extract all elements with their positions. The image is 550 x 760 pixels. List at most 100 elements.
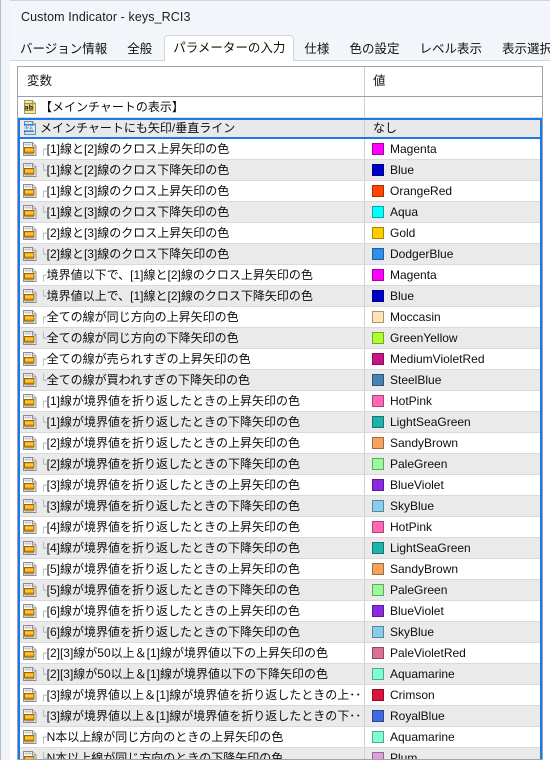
- cell-value[interactable]: Aquamarine: [364, 727, 542, 747]
- cell-variable[interactable]: ┌[6]線が境界値を折り返したときの上昇矢印の色: [18, 601, 364, 621]
- cell-value[interactable]: LightSeaGreen: [364, 412, 542, 432]
- table-row[interactable]: ┌[1]線が境界値を折り返したときの上昇矢印の色 HotPink: [18, 391, 542, 412]
- tab-2[interactable]: パラメーターの入力: [164, 35, 295, 61]
- cell-value[interactable]: Aquamarine: [364, 664, 542, 684]
- table-row[interactable]: └全ての線が同じ方向の下降矢印の色 GreenYellow: [18, 328, 542, 349]
- cell-variable[interactable]: └[2][3]線が50以上＆[1]線が境界値以下の下降矢印の色: [18, 664, 364, 684]
- cell-value[interactable]: SandyBrown: [364, 559, 542, 579]
- table-row[interactable]: ┌[1]線と[3]線のクロス上昇矢印の色 OrangeRed: [18, 181, 542, 202]
- cell-value[interactable]: Magenta: [364, 139, 542, 159]
- cell-variable[interactable]: ┌[1]線と[3]線のクロス上昇矢印の色: [18, 181, 364, 201]
- table-row[interactable]: └[3]線が境界値以上＆[1]線が境界値を折り返したときの下･･ RoyalBlu…: [18, 706, 542, 727]
- cell-value[interactable]: Moccasin: [364, 307, 542, 327]
- cell-value[interactable]: Gold: [364, 223, 542, 243]
- cell-variable[interactable]: └[4]線が境界値を折り返したときの下降矢印の色: [18, 538, 364, 558]
- cell-variable[interactable]: ab 【メインチャートの表示】: [18, 97, 364, 117]
- column-header-variable[interactable]: 変数: [18, 67, 364, 96]
- cell-variable[interactable]: ┌境界値以下で、[1]線と[2]線のクロス上昇矢印の色: [18, 265, 364, 285]
- cell-value[interactable]: BlueViolet: [364, 601, 542, 621]
- table-row[interactable]: └[5]線が境界値を折り返したときの下降矢印の色 PaleGreen: [18, 580, 542, 601]
- table-row[interactable]: 123 メインチャートにも矢印/垂直ライン なし: [18, 118, 542, 139]
- table-row[interactable]: └[3]線が境界値を折り返したときの下降矢印の色 SkyBlue: [18, 496, 542, 517]
- cell-variable[interactable]: ┌全ての線が売られすぎの上昇矢印の色: [18, 349, 364, 369]
- table-row[interactable]: ┌[3]線が境界値以上＆[1]線が境界値を折り返したときの上･･ Crimson: [18, 685, 542, 706]
- table-row[interactable]: └[2]線と[3]線のクロス下降矢印の色 DodgerBlue: [18, 244, 542, 265]
- table-row[interactable]: └N本以上線が同じ方向のときの下降矢印の色 Plum: [18, 748, 542, 759]
- cell-variable[interactable]: └境界値以上で、[1]線と[2]線のクロス下降矢印の色: [18, 286, 364, 306]
- cell-value[interactable]: Magenta: [364, 265, 542, 285]
- cell-variable[interactable]: ┌[5]線が境界値を折り返したときの上昇矢印の色: [18, 559, 364, 579]
- cell-value[interactable]: SkyBlue: [364, 622, 542, 642]
- table-row[interactable]: ┌全ての線が売られすぎの上昇矢印の色 MediumVioletRed: [18, 349, 542, 370]
- cell-variable[interactable]: ┌N本以上線が同じ方向のときの上昇矢印の色: [18, 727, 364, 747]
- cell-value[interactable]: RoyalBlue: [364, 706, 542, 726]
- cell-variable[interactable]: ┌[3]線が境界値を折り返したときの上昇矢印の色: [18, 475, 364, 495]
- cell-value[interactable]: Plum: [364, 748, 542, 759]
- cell-variable[interactable]: ┌[1]線が境界値を折り返したときの上昇矢印の色: [18, 391, 364, 411]
- tab-0[interactable]: バージョン情報: [12, 38, 115, 61]
- table-row[interactable]: ┌[2]線が境界値を折り返したときの上昇矢印の色 SandyBrown: [18, 433, 542, 454]
- cell-value[interactable]: PaleVioletRed: [364, 643, 542, 663]
- column-header-value[interactable]: 値: [364, 67, 542, 96]
- cell-value[interactable]: DodgerBlue: [364, 244, 542, 264]
- cell-value[interactable]: Blue: [364, 160, 542, 180]
- tab-3[interactable]: 仕様: [296, 38, 337, 61]
- cell-value[interactable]: [364, 97, 542, 117]
- tab-6[interactable]: 表示選択: [494, 38, 550, 61]
- table-row[interactable]: └全ての線が買われすぎの下降矢印の色 SteelBlue: [18, 370, 542, 391]
- table-row[interactable]: └[1]線と[3]線のクロス下降矢印の色 Aqua: [18, 202, 542, 223]
- cell-variable[interactable]: └[2]線が境界値を折り返したときの下降矢印の色: [18, 454, 364, 474]
- tab-4[interactable]: 色の設定: [341, 38, 407, 61]
- cell-value[interactable]: なし: [364, 118, 542, 138]
- cell-value[interactable]: HotPink: [364, 517, 542, 537]
- cell-variable[interactable]: ┌[2]線が境界値を折り返したときの上昇矢印の色: [18, 433, 364, 453]
- table-row[interactable]: ┌[4]線が境界値を折り返したときの上昇矢印の色 HotPink: [18, 517, 542, 538]
- cell-variable[interactable]: ┌[2]線と[3]線のクロス上昇矢印の色: [18, 223, 364, 243]
- table-row[interactable]: ┌[3]線が境界値を折り返したときの上昇矢印の色 BlueViolet: [18, 475, 542, 496]
- table-row[interactable]: ab 【メインチャートの表示】: [18, 97, 542, 118]
- cell-variable[interactable]: └[6]線が境界値を折り返したときの下降矢印の色: [18, 622, 364, 642]
- cell-variable[interactable]: └N本以上線が同じ方向のときの下降矢印の色: [18, 748, 364, 759]
- cell-value[interactable]: SandyBrown: [364, 433, 542, 453]
- cell-value[interactable]: MediumVioletRed: [364, 349, 542, 369]
- table-row[interactable]: ┌境界値以下で、[1]線と[2]線のクロス上昇矢印の色 Magenta: [18, 265, 542, 286]
- table-row[interactable]: └[2]線が境界値を折り返したときの下降矢印の色 PaleGreen: [18, 454, 542, 475]
- cell-variable[interactable]: ┌[1]線と[2]線のクロス上昇矢印の色: [18, 139, 364, 159]
- cell-variable[interactable]: └[1]線が境界値を折り返したときの下降矢印の色: [18, 412, 364, 432]
- cell-value[interactable]: PaleGreen: [364, 580, 542, 600]
- cell-variable[interactable]: └[1]線と[3]線のクロス下降矢印の色: [18, 202, 364, 222]
- cell-value[interactable]: PaleGreen: [364, 454, 542, 474]
- table-row[interactable]: └[1]線が境界値を折り返したときの下降矢印の色 LightSeaGreen: [18, 412, 542, 433]
- cell-variable[interactable]: └[3]線が境界値以上＆[1]線が境界値を折り返したときの下･･: [18, 706, 364, 726]
- cell-variable[interactable]: ┌[3]線が境界値以上＆[1]線が境界値を折り返したときの上･･: [18, 685, 364, 705]
- cell-variable[interactable]: └[1]線と[2]線のクロス下降矢印の色: [18, 160, 364, 180]
- cell-value[interactable]: Blue: [364, 286, 542, 306]
- parameter-list[interactable]: 変数 値 ab 【メインチャートの表示】 123 メインチャートにも矢印/垂直ライン な…: [17, 66, 543, 760]
- table-row[interactable]: └[1]線と[2]線のクロス下降矢印の色 Blue: [18, 160, 542, 181]
- tab-1[interactable]: 全般: [119, 38, 160, 61]
- cell-value[interactable]: SkyBlue: [364, 496, 542, 516]
- table-row[interactable]: ┌[5]線が境界値を折り返したときの上昇矢印の色 SandyBrown: [18, 559, 542, 580]
- cell-variable[interactable]: └[3]線が境界値を折り返したときの下降矢印の色: [18, 496, 364, 516]
- table-row[interactable]: ┌[2]線と[3]線のクロス上昇矢印の色 Gold: [18, 223, 542, 244]
- cell-value[interactable]: Crimson: [364, 685, 542, 705]
- table-row[interactable]: └[4]線が境界値を折り返したときの下降矢印の色 LightSeaGreen: [18, 538, 542, 559]
- cell-value[interactable]: HotPink: [364, 391, 542, 411]
- table-row[interactable]: └境界値以上で、[1]線と[2]線のクロス下降矢印の色 Blue: [18, 286, 542, 307]
- cell-value[interactable]: SteelBlue: [364, 370, 542, 390]
- cell-variable[interactable]: └全ての線が買われすぎの下降矢印の色: [18, 370, 364, 390]
- cell-value[interactable]: GreenYellow: [364, 328, 542, 348]
- table-row[interactable]: ┌N本以上線が同じ方向のときの上昇矢印の色 Aquamarine: [18, 727, 542, 748]
- cell-value[interactable]: LightSeaGreen: [364, 538, 542, 558]
- cell-variable[interactable]: 123 メインチャートにも矢印/垂直ライン: [18, 118, 364, 138]
- table-row[interactable]: ┌[2][3]線が50以上＆[1]線が境界値以下の上昇矢印の色 PaleViole…: [18, 643, 542, 664]
- cell-variable[interactable]: └[2]線と[3]線のクロス下降矢印の色: [18, 244, 364, 264]
- table-row[interactable]: ┌[6]線が境界値を折り返したときの上昇矢印の色 BlueViolet: [18, 601, 542, 622]
- table-row[interactable]: ┌[1]線と[2]線のクロス上昇矢印の色 Magenta: [18, 139, 542, 160]
- cell-value[interactable]: Aqua: [364, 202, 542, 222]
- cell-variable[interactable]: └[5]線が境界値を折り返したときの下降矢印の色: [18, 580, 364, 600]
- table-row[interactable]: ┌全ての線が同じ方向の上昇矢印の色 Moccasin: [18, 307, 542, 328]
- cell-value[interactable]: OrangeRed: [364, 181, 542, 201]
- cell-variable[interactable]: ┌全ての線が同じ方向の上昇矢印の色: [18, 307, 364, 327]
- table-row[interactable]: └[6]線が境界値を折り返したときの下降矢印の色 SkyBlue: [18, 622, 542, 643]
